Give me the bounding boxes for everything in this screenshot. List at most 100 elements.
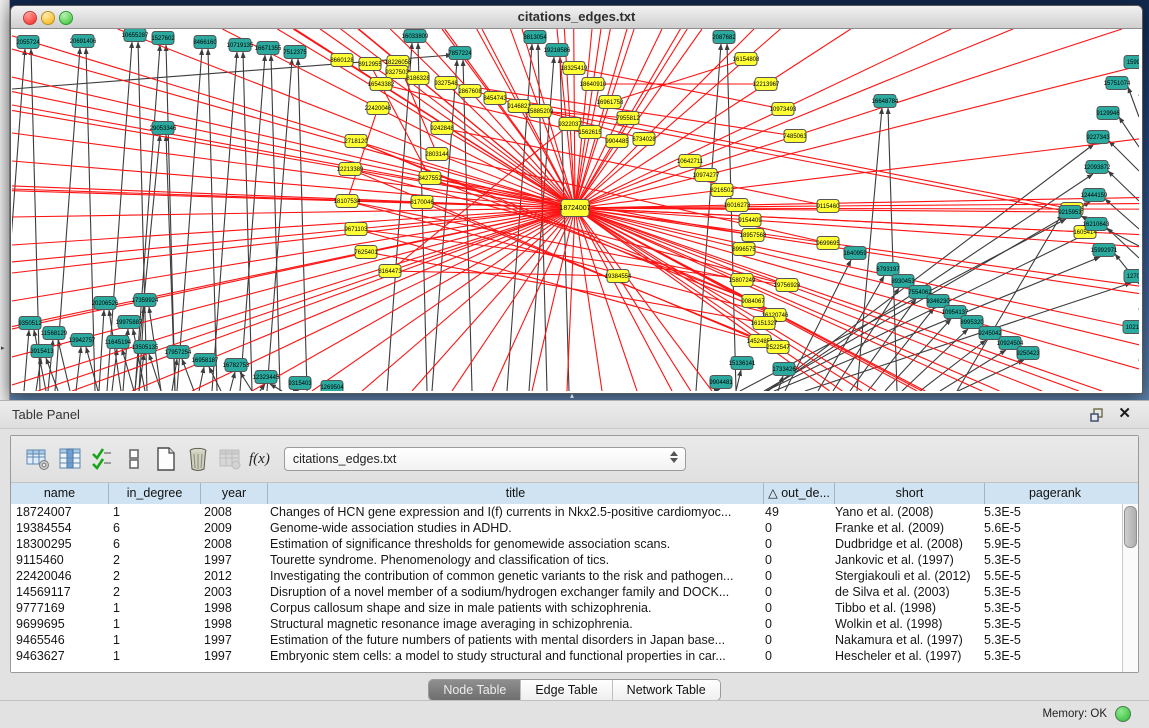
graph-node[interactable]: 12093872 [1084,161,1111,174]
graph-node[interactable]: 13505135 [132,341,159,354]
table-scrollbar-thumb[interactable] [1124,506,1137,548]
graph-node[interactable]: 12323445 [253,371,280,384]
graph-node[interactable]: 2803144 [425,148,449,161]
table-row[interactable]: 1938455462009Genome-wide association stu… [11,520,1123,536]
graph-node[interactable]: 15751074 [1104,77,1131,90]
graph-node[interactable]: 16210643 [1083,218,1110,231]
graph-node[interactable]: 6734028 [632,133,656,146]
graph-node[interactable]: 16782753 [223,359,250,372]
graph-node[interactable]: 9084067 [741,295,765,308]
table-scrollbar[interactable] [1122,504,1138,672]
column-header-3[interactable]: title [268,483,764,504]
graph-node[interactable]: 18957568 [740,229,767,242]
graph-node[interactable]: 12703 [1124,270,1139,283]
table-row[interactable]: 1830029562008Estimation of significance … [11,536,1123,552]
graph-node[interactable]: 2718120 [344,135,368,148]
graph-node[interactable]: 8170046 [410,196,434,209]
graph-node[interactable]: 10974277 [693,169,720,182]
graph-node[interactable]: 16016273 [724,199,751,212]
tab-edge-table[interactable]: Edge Table [520,680,611,700]
column-header-2[interactable]: year [201,483,268,504]
graph-node[interactable]: 17957254 [165,346,192,359]
column-header-0[interactable]: name [11,483,109,504]
graph-node[interactable]: 9250423 [1016,347,1040,360]
table-row[interactable]: 1456911722003Disruption of a novel membe… [11,584,1123,600]
graph-node[interactable]: 15885209 [527,105,554,118]
graph-node[interactable]: 16154808 [733,53,760,66]
graph-node[interactable]: 16961758 [597,96,624,109]
graph-node[interactable]: 19975887 [116,316,143,329]
graph-node[interactable]: 9242848 [430,122,454,135]
graph-node[interactable]: 1269504 [320,381,344,392]
graph-node[interactable]: 11645194 [105,336,132,349]
graph-node[interactable]: 10642711 [677,155,704,168]
graph-node[interactable]: 7485063 [783,130,807,143]
tab-network-table[interactable]: Network Table [612,680,720,700]
graph-node[interactable]: 15994 [1124,56,1139,69]
citation-graph[interactable]: 1872400786601288912955182260589327503818… [12,29,1139,391]
graph-node[interactable]: 9699695 [816,237,840,250]
table-row[interactable]: 977716911998Corpus callosum shape and si… [11,600,1123,616]
float-panel-icon[interactable] [1089,407,1105,423]
graph-node[interactable]: 9215953 [1058,206,1082,219]
graph-node[interactable]: 10973493 [770,103,797,116]
splitter-handle[interactable]: ▴ [570,391,574,400]
create-table-icon[interactable] [151,444,181,474]
graph-node[interactable]: 16033809 [402,30,429,43]
panel-collapse-arrow-icon[interactable]: ▸ [1,344,5,352]
graph-node[interactable]: 6793197 [876,263,900,276]
graph-node[interactable]: 8216502 [710,184,734,197]
graph-node[interactable]: 10655287 [122,29,149,42]
graph-node[interactable]: 20691406 [70,35,97,48]
graph-node[interactable]: 9227343 [1086,131,1110,144]
table-mode-settings-icon[interactable] [23,444,53,474]
graph-node[interactable]: 9671103 [345,223,369,236]
graph-node[interactable]: 7512375 [283,46,307,59]
graph-node[interactable]: 12213967 [753,78,780,91]
graph-node[interactable]: 15992971 [1091,244,1118,257]
graph-node[interactable]: 10218 [1123,321,1139,334]
graph-node[interactable]: 13942757 [69,334,96,347]
graph-node[interactable]: 16543382 [368,78,395,91]
memory-status-indicator[interactable] [1115,706,1131,722]
graph-node[interactable]: 9115460 [817,200,841,213]
graph-node[interactable]: 7625401 [354,246,378,259]
graph-node[interactable]: 1733426 [772,363,796,376]
graph-node[interactable]: 8996575 [732,243,756,256]
graph-node[interactable]: 8186328 [406,72,430,85]
graph-node[interactable]: 2867608 [458,85,482,98]
graph-node[interactable]: 9327548 [434,77,458,90]
graph-node[interactable]: 9350512 [18,317,42,330]
graph-node[interactable]: 9129946 [1096,107,1120,120]
select-all-icon[interactable] [87,444,117,474]
graph-node[interactable]: 29053346 [150,122,177,135]
graph-node[interactable]: 17359924 [132,294,159,307]
graph-node[interactable]: 9904485 [605,135,629,148]
graph-node[interactable]: 7857224 [448,47,472,60]
graph-node[interactable]: 18325419 [561,62,588,75]
graph-node[interactable]: 20206526 [92,297,119,310]
table-row[interactable]: 946362711997Embryonic stem cells: a mode… [11,648,1123,664]
table-selector-dropdown[interactable]: citations_edges.txt [284,447,686,471]
graph-node[interactable]: 12444159 [1081,189,1108,202]
close-panel-icon[interactable]: ✕ [1118,405,1131,423]
window-titlebar[interactable]: citations_edges.txt [11,6,1142,29]
graph-node[interactable]: 8454743 [483,92,507,105]
table-row[interactable]: 911546021997Tourette syndrome. Phenomeno… [11,552,1123,568]
graph-node[interactable]: 8813054 [523,31,547,44]
graph-node[interactable]: 19384554 [605,270,632,283]
graph-node[interactable]: 9315403 [288,377,312,390]
column-header-6[interactable]: pagerank [985,483,1125,504]
graph-node[interactable]: 19218586 [544,44,571,57]
table-row[interactable]: 1872400712008Changes of HCN gene express… [11,504,1123,520]
graph-node[interactable]: 18724007 [559,200,590,217]
graph-node[interactable]: 8660128 [330,54,354,67]
graph-node[interactable]: 7955812 [616,112,640,125]
graph-node[interactable]: 1640959 [843,247,867,260]
graph-node[interactable]: 8427552 [418,172,442,185]
graph-node[interactable]: 19756928 [774,279,801,292]
graph-node[interactable]: 8164473 [378,265,402,278]
function-builder-icon[interactable]: f(x) [249,451,270,468]
graph-node[interactable]: 16151327 [751,317,778,330]
graph-node[interactable]: 1527602 [151,32,175,45]
